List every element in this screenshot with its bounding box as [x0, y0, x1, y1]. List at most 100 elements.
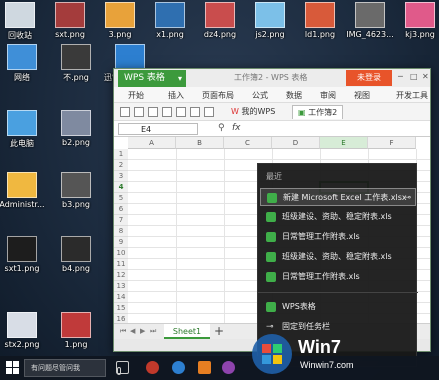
desktop-icon[interactable]: 此电脑 — [0, 110, 48, 149]
desktop-icon[interactable]: 回收站 — [0, 2, 46, 41]
desktop-icon-label: stx2.png — [4, 340, 40, 349]
row-header[interactable]: 1 — [114, 149, 128, 160]
desktop-icon[interactable]: kj3.png — [394, 2, 439, 39]
prev-sheet-icon[interactable]: ◀ — [130, 327, 135, 335]
next-sheet-icon[interactable]: ▶ — [140, 327, 145, 335]
desktop-icon[interactable]: b4.png — [50, 236, 102, 273]
desktop-icon-label: Administr... — [0, 200, 45, 209]
row-header[interactable]: 7 — [114, 215, 128, 226]
recent-file-label: 日常管理工作附表.xls — [282, 272, 360, 281]
save-icon[interactable] — [148, 107, 158, 117]
new-file-icon[interactable] — [120, 107, 130, 117]
row-header[interactable]: 15 — [114, 303, 128, 314]
menu-view[interactable]: 视图 — [354, 90, 370, 101]
recent-file-item[interactable]: 日常管理工作附表.xls — [260, 268, 416, 286]
cortana-search-box[interactable]: 有问题尽管问我 — [24, 359, 121, 377]
desktop-icon[interactable]: IMG_4623... — [344, 2, 396, 39]
desktop-icon-label: js2.png — [255, 30, 285, 39]
wps-app-menu-button[interactable]: WPS 表格 ▾ — [118, 70, 186, 87]
column-header[interactable]: F — [368, 137, 416, 149]
column-header[interactable]: E — [320, 137, 368, 149]
recent-file-item[interactable]: 新建 Microsoft Excel 工作表.xlsx ⊸ — [260, 188, 416, 206]
desktop-icon-label: 1.png — [64, 340, 88, 349]
explorer-icon[interactable] — [198, 361, 211, 374]
recent-file-item[interactable]: 班级建设、资助、稳定附表.xls — [260, 248, 416, 266]
last-sheet-icon[interactable]: ⏭ — [150, 327, 156, 336]
minimize-icon[interactable]: ─ — [398, 72, 403, 81]
player-icon[interactable] — [172, 361, 185, 374]
desktop-icon[interactable]: 不.png — [50, 44, 102, 83]
column-header[interactable]: A — [128, 137, 176, 149]
desktop-icon[interactable]: 3.png — [94, 2, 146, 39]
redo-icon[interactable] — [204, 107, 214, 117]
login-button[interactable]: 未登录 — [346, 70, 392, 86]
preview-icon[interactable] — [176, 107, 186, 117]
pin-icon[interactable]: ⊸ — [403, 189, 411, 205]
print-icon[interactable] — [162, 107, 172, 117]
recent-file-item[interactable]: 班级建设、资助、稳定附表.xls — [260, 208, 416, 226]
title-bar[interactable]: WPS 表格 ▾ 工作簿2 - WPS 表格 未登录 ─ □ ✕ — [114, 69, 430, 87]
tab-my-wps[interactable]: W 我的WPS — [226, 105, 280, 119]
desktop-icon[interactable]: stx2.png — [0, 312, 48, 349]
menu-data[interactable]: 数据 — [286, 90, 302, 101]
row-header[interactable]: 3 — [114, 171, 128, 182]
fx-icon[interactable]: fx — [232, 123, 241, 133]
desktop-icon[interactable]: sxt.png — [44, 2, 96, 39]
open-wps-spreadsheets[interactable]: WPS表格 — [260, 298, 416, 316]
desktop-icon-label: 回收站 — [8, 31, 32, 40]
desktop-icon[interactable]: ld1.png — [294, 2, 346, 39]
tab-workbook2[interactable]: ▣ 工作簿2 — [292, 105, 344, 119]
row-header[interactable]: 5 — [114, 193, 128, 204]
recent-heading: 最近 — [266, 172, 282, 181]
file-thumbnail-icon — [255, 2, 285, 28]
row-header[interactable]: 12 — [114, 270, 128, 281]
column-header[interactable]: B — [176, 137, 224, 149]
recent-file-item[interactable]: 日常管理工作附表.xls — [260, 228, 416, 246]
desktop-icon-label: IMG_4623... — [346, 30, 394, 39]
row-header[interactable]: 13 — [114, 281, 128, 292]
undo-icon[interactable] — [190, 107, 200, 117]
app-icon[interactable] — [222, 361, 235, 374]
tab-workbook2-label: 工作簿2 — [308, 108, 338, 117]
open-folder-icon[interactable] — [134, 107, 144, 117]
desktop-icon[interactable]: Administr... — [0, 172, 48, 209]
menu-home[interactable]: 开始 — [128, 90, 144, 101]
maximize-icon[interactable]: □ — [410, 72, 418, 81]
menu-formulas[interactable]: 公式 — [252, 90, 268, 101]
desktop-icon[interactable]: x1.png — [144, 2, 196, 39]
row-header[interactable]: 10 — [114, 248, 128, 259]
first-sheet-icon[interactable]: ⏮ — [120, 327, 126, 336]
menu-page-layout[interactable]: 页面布局 — [202, 90, 234, 101]
file-thumbnail-icon — [61, 110, 91, 136]
row-header[interactable]: 9 — [114, 237, 128, 248]
desktop-icon[interactable]: js2.png — [244, 2, 296, 39]
desktop-icon[interactable]: b3.png — [50, 172, 102, 209]
task-view-icon[interactable] — [116, 361, 129, 374]
menu-insert[interactable]: 插入 — [168, 90, 184, 101]
column-header[interactable]: C — [224, 137, 272, 149]
browser-icon[interactable] — [146, 361, 159, 374]
menu-developer[interactable]: 开发工具 — [396, 90, 428, 101]
menu-review[interactable]: 审阅 — [320, 90, 336, 101]
row-header[interactable]: 11 — [114, 259, 128, 270]
column-header[interactable]: D — [272, 137, 320, 149]
windows-start-icon[interactable] — [6, 361, 19, 374]
add-sheet-button[interactable]: + — [214, 324, 224, 338]
sheet-tab-sheet1[interactable]: Sheet1 — [164, 324, 210, 339]
desktop-icon[interactable]: dz4.png — [194, 2, 246, 39]
desktop-icon[interactable]: 网络 — [0, 44, 48, 83]
desktop-icon-label: b2.png — [62, 138, 90, 147]
row-header[interactable]: 8 — [114, 226, 128, 237]
desktop-icon[interactable]: sxt1.png — [0, 236, 48, 273]
row-header[interactable]: 2 — [114, 160, 128, 171]
row-header[interactable]: 6 — [114, 204, 128, 215]
row-header[interactable]: 4 — [114, 182, 128, 193]
zoom-search-icon[interactable]: ⚲ — [218, 123, 225, 133]
name-box[interactable]: E4 — [118, 123, 198, 135]
close-icon[interactable]: ✕ — [422, 72, 429, 81]
desktop-icon[interactable]: 1.png — [50, 312, 102, 349]
xls-file-icon — [266, 272, 276, 282]
row-header[interactable]: 14 — [114, 292, 128, 303]
desktop-icon-label: sxt.png — [55, 30, 85, 39]
desktop-icon[interactable]: b2.png — [50, 110, 102, 147]
